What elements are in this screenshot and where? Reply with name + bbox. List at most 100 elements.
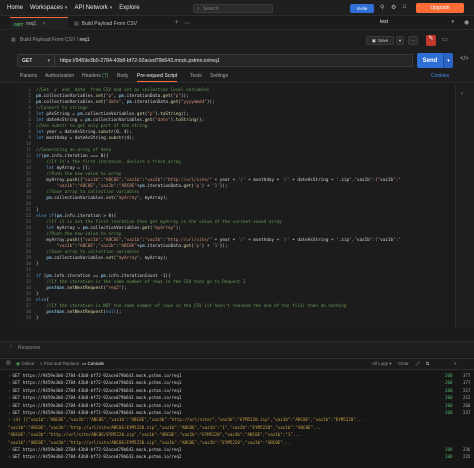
tab-headers[interactable]: Headers (7)	[82, 73, 108, 79]
console-row[interactable]: › GET https://9459e3b0-2784-43b8-bf72-92a…	[8, 380, 470, 385]
code-line: myArray.push({"vaz1b":"ABC0E","vaz1b":"v…	[36, 178, 401, 183]
document-icon: ▤	[74, 20, 79, 27]
code-line: "vaz1b":"ABC0E","vaz2b":"ABC0E"+pm.itera…	[56, 184, 228, 189]
nav-workspaces-label: Workspaces	[30, 4, 63, 11]
search-input[interactable]: ⌕ Search	[193, 4, 273, 13]
response-label: Response	[18, 345, 41, 351]
console-request: GET https://9459e3b0-2784-43b8-bf72-92ac…	[12, 373, 182, 378]
code-line: pm.collectionVariables.set("p", pm.itera…	[36, 94, 189, 99]
gear-icon[interactable]: ⚙	[391, 4, 396, 11]
console-row[interactable]: › GET https://9459e3b0-2784-43b8-bf72-92a…	[8, 410, 470, 415]
find-replace-button[interactable]: ⌕ Find and Replace	[40, 361, 79, 366]
expand-icon[interactable]: ⤢	[416, 361, 420, 366]
line-number: 6	[28, 118, 31, 123]
console-row[interactable]: › GET https://9459e3b0-2784-43b8-bf72-92a…	[8, 403, 470, 408]
console-row[interactable]: › GET https://9459e3b0-2784-43b8-bf72-92a…	[8, 373, 470, 378]
code-line: //Generating an array of data	[36, 148, 112, 153]
console-log-output[interactable]: "vaz3b":"ABC0E","vaz3b":"http://url/site…	[8, 425, 470, 430]
invite-button[interactable]: Invite	[350, 4, 374, 13]
console-row[interactable]: › GET https://9459e3b0-2784-43b8-bf72-92a…	[8, 388, 470, 393]
satellite-icon[interactable]: ⚲	[380, 4, 384, 11]
method-label: GET	[22, 57, 33, 64]
online-status[interactable]: ◉ Online	[16, 361, 34, 367]
environment-selector[interactable]: test ▾	[380, 19, 460, 28]
close-icon[interactable]: ×	[454, 361, 457, 366]
save-button[interactable]: ▣ Save	[366, 36, 394, 45]
breadcrumb-parent[interactable]: Build Payload From CSV	[20, 37, 75, 43]
snippets-icon[interactable]: ›	[461, 91, 463, 97]
console-time: 377 ms	[463, 373, 470, 378]
console-time: 237 ms	[463, 410, 470, 415]
code-icon[interactable]: </>	[460, 56, 469, 62]
search-icon: ⌕	[197, 5, 200, 12]
line-number: 15	[25, 172, 31, 177]
nav-workspaces[interactable]: Workspaces ▾	[30, 5, 67, 11]
method-select[interactable]: GET ▾	[17, 54, 55, 67]
bell-icon[interactable]: ♫	[402, 4, 407, 10]
tab-tests[interactable]: Tests	[190, 73, 202, 79]
all-logs-select[interactable]: All Logs ▾	[372, 361, 392, 367]
line-number: 14	[25, 166, 31, 171]
chevron-right-icon[interactable]: ›	[10, 344, 12, 350]
console-log-output[interactable]: "vaz1b":"ABC0E","vaz3b":"http://url/site…	[8, 440, 470, 445]
clear-button[interactable]: Clear	[398, 361, 409, 366]
send-button[interactable]: Send	[417, 53, 443, 68]
tab-method: GET	[14, 21, 24, 27]
line-number: 39	[25, 316, 31, 321]
console-status: 200	[445, 410, 453, 415]
tab-pre-request-label: Pre-request Script	[137, 73, 178, 79]
console-request: GET https://9459e3b0-2784-43b8-bf72-92ac…	[12, 402, 182, 408]
nav-home[interactable]: Home	[7, 5, 23, 11]
tab-pre-request-script[interactable]: Pre-request Script	[137, 73, 178, 82]
tab-settings[interactable]: Settings	[210, 73, 228, 79]
console-time: 377 ms	[463, 380, 470, 386]
line-number: 17	[25, 184, 31, 189]
send-dropdown[interactable]: ▾	[443, 53, 453, 68]
add-tab-icon[interactable]: +	[175, 20, 179, 26]
save-dropdown[interactable]: ▾	[396, 36, 404, 45]
cookies-link[interactable]: Cookies	[431, 73, 449, 79]
console-status: 200	[445, 373, 453, 378]
console-row[interactable]: › GET https://9459e3b0-2784-43b8-bf72-92a…	[8, 454, 470, 459]
line-number: 3	[28, 100, 31, 105]
send-label: Send	[422, 57, 438, 64]
sidebar-toggle-icon[interactable]: ▥	[6, 360, 11, 366]
url-input[interactable]: https://9459e3b0-2784-43b8-bf72-92aced79…	[55, 54, 413, 67]
tab-label: Build Payload From CSV	[81, 20, 138, 27]
upgrade-button[interactable]: Upgrade	[416, 3, 464, 13]
more-icon[interactable]: ⋯	[184, 20, 190, 27]
console-label: Console	[87, 361, 105, 366]
line-number: 2	[28, 94, 31, 99]
console-tab[interactable]: ▭ Console	[82, 361, 104, 367]
more-actions-button[interactable]: ⋯	[408, 36, 418, 45]
eye-icon[interactable]: ◉	[464, 19, 469, 26]
nav-explore[interactable]: Explore	[119, 5, 139, 11]
tab-params[interactable]: Params	[20, 73, 37, 79]
tab-build-payload[interactable]: ▤ Build Payload From CSV	[70, 17, 170, 30]
copy-icon[interactable]: ⧉	[426, 361, 429, 366]
code-line: //Use substr to get only part of the str…	[36, 124, 148, 129]
script-editor[interactable]: 1 //Get y and date from CSV and set as co…	[17, 85, 450, 328]
tab-authorization[interactable]: Authorization	[45, 73, 74, 79]
code-line: }	[36, 316, 39, 321]
nav-api-network[interactable]: API Network ▾	[74, 5, 112, 11]
line-number: 33	[25, 280, 31, 285]
console-log-output[interactable]: "ABC0E","vaz3b":"http://url/site/ABC0E/E…	[8, 432, 470, 437]
tab-body-label: Body	[117, 73, 129, 79]
console-log-output[interactable]: › (4) [{"vaz1b":"ABC0E","vaz1b":"ABC0E",…	[8, 417, 470, 422]
tab-req1[interactable]: GET req1 ×	[10, 17, 68, 30]
console-status: 200	[445, 402, 453, 408]
close-icon[interactable]: ×	[42, 21, 45, 27]
console-row[interactable]: › GET https://9459e3b0-2784-43b8-bf72-92a…	[8, 395, 470, 400]
pencil-icon[interactable]: ✎	[426, 35, 436, 46]
tab-body[interactable]: Body	[117, 73, 128, 79]
line-number: 19	[25, 196, 31, 201]
console-request: GET https://9459e3b0-2784-43b8-bf72-92ac…	[12, 447, 182, 452]
line-number: 36	[25, 298, 31, 303]
comment-icon[interactable]: ▭	[442, 36, 448, 43]
chevron-down-icon: ▾	[64, 4, 68, 11]
all-logs-label: All Logs	[372, 361, 389, 366]
line-number: 30	[25, 262, 31, 267]
console-row[interactable]: › GET https://9459e3b0-2784-43b8-bf72-92a…	[8, 447, 470, 452]
code-line: //If the iteration is NOT the same numbe…	[36, 304, 347, 309]
